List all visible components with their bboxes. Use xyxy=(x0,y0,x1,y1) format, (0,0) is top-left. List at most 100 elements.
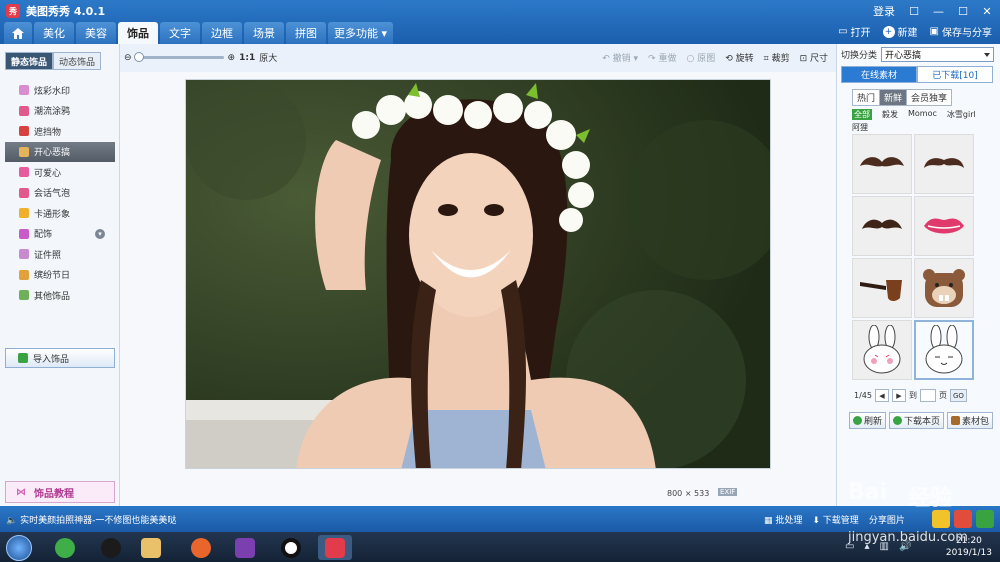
page-input[interactable] xyxy=(919,389,936,402)
filter-hot[interactable]: 热门 xyxy=(853,90,881,105)
filter-new[interactable]: 新鲜 xyxy=(880,90,908,105)
zoom-slider-handle[interactable] xyxy=(133,52,144,62)
star-icon[interactable] xyxy=(932,510,950,528)
status-message[interactable]: 🔈 实时美颜拍照神器-一不修图也能美美哒 xyxy=(6,513,176,526)
batch-button[interactable]: ▦ 批处理 xyxy=(764,513,802,526)
material-bunny-1[interactable] xyxy=(852,320,912,380)
category-item-festival[interactable]: 缤纷节日 xyxy=(5,265,115,286)
network-icon[interactable]: ▥ xyxy=(879,541,888,552)
filter-vip[interactable]: 会员独享 xyxy=(907,90,952,105)
save-share-button[interactable]: ▣ 保存与分享 xyxy=(930,24,992,39)
chevron-up-icon[interactable]: ▴ xyxy=(864,541,869,552)
taskbar-app-qq[interactable] xyxy=(94,535,128,560)
minimize-icon[interactable]: — xyxy=(933,5,944,18)
tag-item[interactable]: 冰雪girl xyxy=(947,109,976,120)
next-page-button[interactable]: ▶ xyxy=(891,389,906,402)
tab-accessories[interactable]: 饰品 xyxy=(118,22,158,44)
download-manager-button[interactable]: ⬇ 下载管理 xyxy=(812,513,858,526)
import-accessory-button[interactable]: 导入饰品 xyxy=(5,348,115,368)
zoom-out-icon[interactable]: ⊖ xyxy=(124,53,132,63)
image-canvas[interactable]: 800 × 533 EXIF xyxy=(120,72,836,506)
resize-button[interactable]: ⊡ 尺寸 xyxy=(800,51,828,64)
open-button[interactable]: ▭ 打开 xyxy=(838,24,870,39)
download-page-button[interactable]: 下载本页 xyxy=(889,412,945,429)
taskbar-app-explorer[interactable] xyxy=(134,535,168,560)
tab-scene[interactable]: 场景 xyxy=(244,22,284,44)
category-item-speech-bubble[interactable]: 会话气泡 xyxy=(5,183,115,204)
zoom-slider[interactable] xyxy=(133,52,224,62)
category-item-ornaments[interactable]: 配饰 ▾ xyxy=(5,224,115,245)
material-pack-button[interactable]: 素材包 xyxy=(947,412,994,429)
system-clock[interactable]: 21:20 2019/1/13 xyxy=(946,535,992,559)
material-lips[interactable] xyxy=(914,196,974,256)
material-mustache-3[interactable] xyxy=(852,196,912,256)
open-label: 打开 xyxy=(850,28,871,39)
share-image-button[interactable]: 分享图片 xyxy=(869,513,905,526)
tag-item[interactable]: 毅发 xyxy=(882,109,898,120)
tab-online-materials[interactable]: 在线素材 xyxy=(841,66,917,83)
category-item-graffiti[interactable]: 潮流涂鸦 xyxy=(5,101,115,122)
maximize-icon[interactable]: ☐ xyxy=(958,5,968,18)
redo-button[interactable]: ↷ 重做 xyxy=(648,51,676,64)
download-page-label: 下载本页 xyxy=(904,417,941,427)
refresh-button[interactable]: 刷新 xyxy=(849,412,887,429)
tag-item[interactable]: 阿狸 xyxy=(852,122,868,133)
category-select[interactable]: 开心恶搞 xyxy=(881,47,995,62)
plus-icon[interactable] xyxy=(976,510,994,528)
tab-downloaded[interactable]: 已下载[10] xyxy=(917,66,993,83)
prev-page-button[interactable]: ◀ xyxy=(874,389,889,402)
taskbar-app-recorder[interactable] xyxy=(274,535,308,560)
original-size-button[interactable]: 原大 xyxy=(259,51,277,64)
rotate-button[interactable]: ⟲ 旋转 xyxy=(725,51,753,64)
category-label: 开心恶搞 xyxy=(34,148,71,159)
category-item-cover[interactable]: 遮挡物 xyxy=(5,121,115,142)
crop-button[interactable]: ⌗ 裁剪 xyxy=(764,51,790,64)
skin-icon[interactable]: ☐ xyxy=(909,5,919,18)
category-item-hearts[interactable]: 可爱心 xyxy=(5,162,115,183)
login-link[interactable]: 登录 xyxy=(873,3,895,19)
close-icon[interactable]: ✕ xyxy=(982,5,992,18)
new-button[interactable]: + 新建 xyxy=(882,24,918,39)
taskbar-app-player[interactable] xyxy=(228,535,262,560)
original-image-button[interactable]: ○ 原图 xyxy=(686,51,715,64)
category-item-cartoon[interactable]: 卡通形象 xyxy=(5,203,115,224)
tab-frame[interactable]: 边框 xyxy=(202,22,242,44)
material-mustache-1[interactable] xyxy=(852,134,912,194)
tab-more-functions[interactable]: 更多功能 ▾ xyxy=(328,22,394,44)
material-pipe[interactable] xyxy=(852,258,912,318)
category-item-funny[interactable]: 开心恶搞 xyxy=(5,141,115,162)
start-button[interactable] xyxy=(6,535,32,561)
tab-beautify[interactable]: 美化 xyxy=(34,22,74,44)
material-bear-face[interactable] xyxy=(914,258,974,318)
accessory-tutorial-button[interactable]: ⋈ 饰品教程 xyxy=(5,481,115,503)
material-mustache-2[interactable] xyxy=(914,134,974,194)
bow-icon xyxy=(19,228,29,239)
meitu-icon xyxy=(325,537,345,558)
volume-icon[interactable]: 🔊 xyxy=(899,541,911,552)
taskbar-app-meitu[interactable] xyxy=(318,535,352,560)
tab-text[interactable]: 文字 xyxy=(160,22,200,44)
material-bunny-2[interactable] xyxy=(914,320,974,380)
exif-button[interactable]: EXIF xyxy=(718,488,738,496)
tab-collage[interactable]: 拼图 xyxy=(286,22,326,44)
zoom-ratio[interactable]: 1:1 xyxy=(239,53,255,63)
zoom-in-icon[interactable]: ⊕ xyxy=(228,53,236,63)
chevron-down-icon[interactable]: ▾ xyxy=(95,228,105,239)
keyboard-icon[interactable]: ▭ xyxy=(845,541,854,552)
category-item-other[interactable]: 其他饰品 xyxy=(5,285,115,306)
tag-item[interactable]: Momoc xyxy=(908,109,937,120)
tab-home[interactable] xyxy=(4,22,32,44)
tab-cosmetic[interactable]: 美容 xyxy=(76,22,116,44)
taskbar-app-browser[interactable] xyxy=(48,535,82,560)
category-item-watermark[interactable]: 炫彩水印 xyxy=(5,80,115,101)
tab-dynamic-accessories[interactable]: 动态饰品 xyxy=(53,52,102,70)
tag-all[interactable]: 全部 xyxy=(852,109,872,120)
undo-button[interactable]: ↶ 撤销 ▾ xyxy=(602,51,638,64)
taskbar-app-firefox[interactable] xyxy=(184,535,218,560)
tab-static-accessories[interactable]: 静态饰品 xyxy=(5,52,54,70)
go-button[interactable]: GO xyxy=(949,389,967,402)
portrait-photo[interactable] xyxy=(185,79,771,469)
mustache-icon xyxy=(862,219,902,229)
category-item-id-photo[interactable]: 证件照 xyxy=(5,244,115,265)
weibo-icon[interactable] xyxy=(954,510,972,528)
